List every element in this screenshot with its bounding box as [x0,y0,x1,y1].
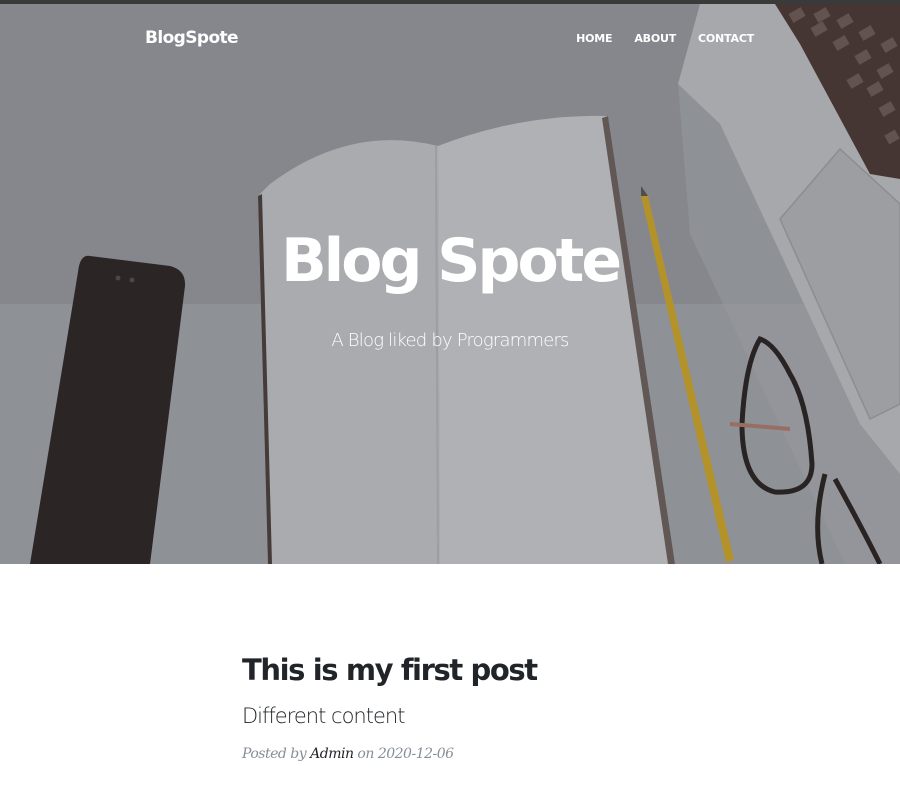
post-date: 2020-12-06 [377,746,454,762]
post-author-link[interactable]: Admin [310,746,354,762]
post-meta: Posted by Admin on 2020-12-06 [242,746,702,762]
post-meta-prefix: Posted by [242,746,307,762]
post-meta-on: on [357,746,374,762]
nav-link-about[interactable]: ABOUT [634,32,676,45]
main-navbar: BlogSpote HOME ABOUT CONTACT [0,4,900,74]
nav-link-home[interactable]: HOME [576,32,612,45]
post-title[interactable]: This is my first post [242,650,702,690]
post-subtitle[interactable]: Different content [242,702,702,730]
nav-link-contact[interactable]: CONTACT [698,32,754,45]
nav-links: HOME ABOUT CONTACT [554,32,754,45]
site-title: Blog Spote [280,226,622,296]
brand-logo-link[interactable]: BlogSpote [145,28,239,48]
post-preview[interactable]: This is my first post Different content … [242,650,702,762]
site-subtitle: A Blog liked by Programmers [331,330,569,351]
